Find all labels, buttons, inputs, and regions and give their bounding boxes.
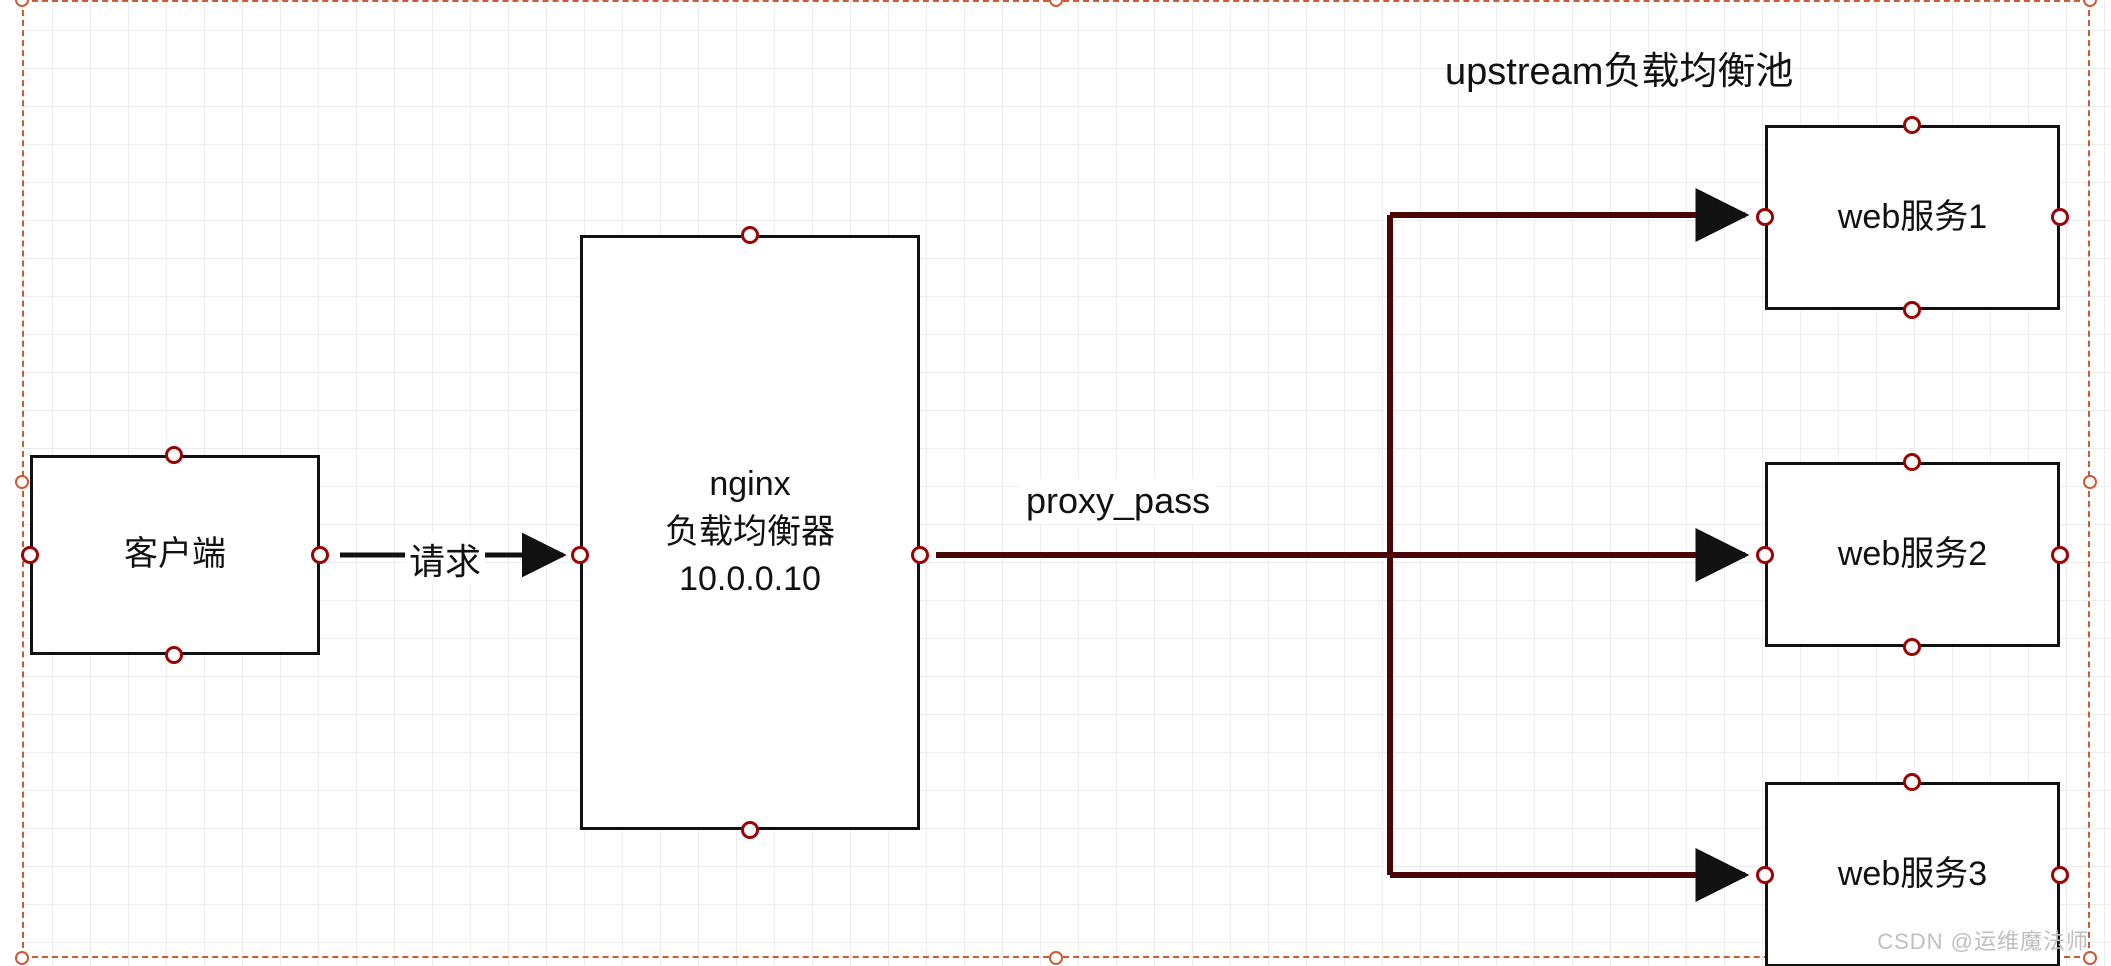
nginx-port-bottom[interactable] bbox=[741, 821, 759, 839]
selection-handle-bl[interactable] bbox=[15, 951, 29, 965]
nginx-line3: 10.0.0.10 bbox=[679, 556, 821, 604]
web3-label: web服务3 bbox=[1838, 851, 1987, 899]
web2-box[interactable]: web服务2 bbox=[1765, 462, 2060, 647]
nginx-port-top[interactable] bbox=[741, 226, 759, 244]
diagram-canvas: upstream负载均衡池 请求 proxy_pass 客户端 nginx 负载… bbox=[0, 0, 2111, 966]
web3-port-left[interactable] bbox=[1756, 866, 1774, 884]
client-port-bottom[interactable] bbox=[165, 646, 183, 664]
nginx-line2: 负载均衡器 bbox=[665, 509, 835, 557]
nginx-port-left[interactable] bbox=[571, 546, 589, 564]
nginx-box[interactable]: nginx 负载均衡器 10.0.0.10 bbox=[580, 235, 920, 830]
client-port-top[interactable] bbox=[165, 446, 183, 464]
request-label: 请求 bbox=[405, 533, 485, 585]
proxy-pass-label: proxy_pass bbox=[1020, 478, 1216, 524]
selection-handle-mr[interactable] bbox=[2083, 475, 2097, 489]
web3-port-top[interactable] bbox=[1903, 773, 1921, 791]
web1-port-top[interactable] bbox=[1903, 116, 1921, 134]
web1-port-left[interactable] bbox=[1756, 208, 1774, 226]
client-port-left[interactable] bbox=[21, 546, 39, 564]
web2-port-top[interactable] bbox=[1903, 453, 1921, 471]
web2-port-left[interactable] bbox=[1756, 546, 1774, 564]
web2-port-right[interactable] bbox=[2051, 546, 2069, 564]
web2-port-bottom[interactable] bbox=[1903, 638, 1921, 656]
client-box[interactable]: 客户端 bbox=[30, 455, 320, 655]
web1-box[interactable]: web服务1 bbox=[1765, 125, 2060, 310]
web3-port-right[interactable] bbox=[2051, 866, 2069, 884]
client-label: 客户端 bbox=[124, 531, 226, 579]
selection-handle-ml[interactable] bbox=[15, 475, 29, 489]
watermark: CSDN @运维魔法师 bbox=[1877, 924, 2089, 956]
upstream-title: upstream负载均衡池 bbox=[1445, 40, 1793, 95]
selection-handle-bm[interactable] bbox=[1049, 951, 1063, 965]
nginx-line1: nginx bbox=[709, 461, 790, 509]
client-port-right[interactable] bbox=[311, 546, 329, 564]
web1-label: web服务1 bbox=[1838, 194, 1987, 242]
web1-port-bottom[interactable] bbox=[1903, 301, 1921, 319]
web1-port-right[interactable] bbox=[2051, 208, 2069, 226]
nginx-port-right[interactable] bbox=[911, 546, 929, 564]
web2-label: web服务2 bbox=[1838, 531, 1987, 579]
